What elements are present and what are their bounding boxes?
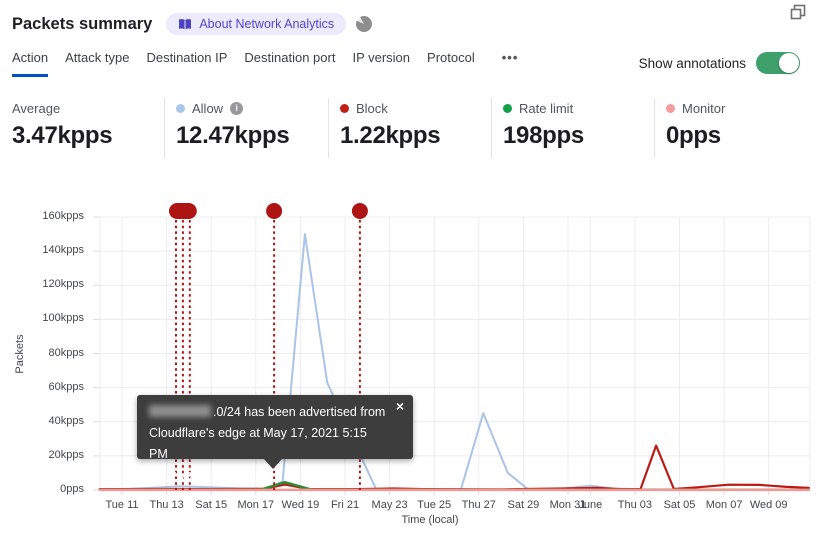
y-tick-label: 60kpps [48,380,84,393]
book-icon [179,18,192,29]
allow-legend-dot [176,103,185,113]
tab-more[interactable]: ••• [502,50,519,77]
stat-rate-limit: Rate limit 198pps [503,100,584,150]
toggle-knob [779,53,799,73]
x-tick-label: Thu 13 [149,499,184,511]
network-analytics-panel: Packets summary About Network Analytics … [0,0,816,545]
x-tick-label: Wed 19 [281,499,320,511]
y-tick-label: 100kpps [42,312,84,325]
header: Packets summary About Network Analytics [12,8,804,40]
tab-attack-type[interactable]: Attack type [65,50,129,77]
x-tick-label: Sat 15 [195,499,228,511]
rate-limit-legend-dot [503,103,512,113]
y-tick-label: 120kpps [42,278,84,291]
y-tick-label: 140kpps [42,244,84,257]
stat-label: Rate limit [519,100,574,116]
x-tick-label: Mon 07 [705,499,743,511]
y-tick-label: 0pps [60,483,84,495]
y-tick-label: 20kpps [48,448,84,461]
close-icon[interactable]: × [396,398,404,414]
stat-value: 12.47kpps [176,122,290,149]
stats-divider [491,98,492,158]
show-annotations-label: Show annotations [638,55,746,71]
stats-divider [164,98,165,158]
show-annotations-control: Show annotations [639,52,800,74]
stat-label: Block [356,100,388,116]
show-annotations-toggle[interactable] [756,52,800,74]
y-tick-label: 80kpps [48,346,84,359]
x-tick-label: Sat 05 [663,499,696,511]
stat-value: 198pps [503,122,584,149]
stats-divider [328,98,329,158]
tab-destination-ip[interactable]: Destination IP [146,50,227,77]
tooltip-line-1: .0/24 has been advertised from [149,402,387,423]
annotation-marker[interactable] [266,203,283,219]
stat-block: Block 1.22kpps [340,100,441,150]
tabs-bar: Action Attack type Destination IP Destinati… [12,50,518,77]
redacted-ip-prefix [149,405,211,417]
block-legend-dot [340,103,349,113]
badge-label: About Network Analytics [199,17,335,31]
x-axis-title: Time (local) [401,514,459,526]
chart-area: Packets Time (local) × .0/24 has been ad… [0,190,816,545]
stat-value: 3.47kpps [12,122,113,149]
packets-chart-svg [93,203,811,495]
info-icon[interactable] [230,101,244,115]
x-tick-label: Sat 29 [507,499,540,511]
monitor-legend-dot [666,103,675,113]
y-tick-label: 160kpps [42,210,84,222]
stat-label: Allow [192,100,224,116]
annotation-tooltip: × .0/24 has been advertised from Cloudfl… [137,395,413,482]
stat-value: 0pps [666,122,721,149]
tooltip-caret [264,459,282,469]
stats-row: Average 3.47kpps Allow 12.47kpps Block 1.22kp… [0,96,816,162]
annotation-marker-cluster[interactable] [169,203,197,219]
x-tick-label: Tue 11 [105,499,139,511]
stats-divider [654,98,655,158]
annotation-marker[interactable] [351,203,368,219]
stat-label: Average [12,100,61,116]
x-tick-label: Tue 25 [417,499,452,511]
x-tick-label: Wed 09 [749,499,788,511]
stat-allow: Allow 12.47kpps [176,100,290,150]
x-tick-label: Thu 03 [617,499,653,511]
tab-ip-version[interactable]: IP version [352,50,410,77]
view-ip-prefixes-link[interactable]: View your IP prefixes [149,468,266,482]
tab-destination-port[interactable]: Destination port [244,50,335,77]
stat-value: 1.22kpps [340,122,441,149]
stat-label: Monitor [682,100,726,116]
x-tick-label: June [578,499,603,511]
x-tick-label: Fri 21 [330,499,360,511]
x-tick-label: May 23 [371,499,408,511]
about-network-analytics-badge[interactable]: About Network Analytics [166,13,347,35]
stat-monitor: Monitor 0pps [666,100,725,150]
page-title: Packets summary [12,14,153,33]
x-tick-label: Thu 27 [461,499,496,511]
restore-window-icon[interactable] [788,2,808,27]
tab-action[interactable]: Action [12,50,49,77]
y-tick-label: 40kpps [48,414,84,427]
pie-chart-icon [356,16,373,32]
stat-average: Average 3.47kpps [12,100,113,150]
tab-protocol[interactable]: Protocol [427,50,475,77]
x-tick-label: Mon 17 [237,499,275,511]
